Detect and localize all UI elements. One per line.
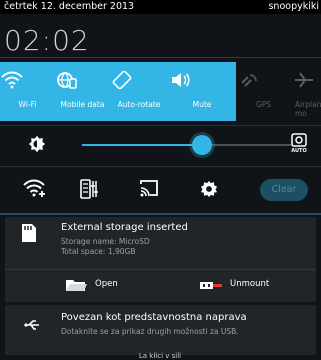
toggle-mobile-data-label: Mobile data <box>60 100 105 109</box>
notification-line: Total space: 1,90GB <box>61 247 136 256</box>
toggle-mobile-data[interactable]: Mobile data <box>55 62 110 121</box>
brightness-row: AUTO <box>0 128 321 162</box>
unmount-icon <box>200 282 222 289</box>
folder-icon <box>66 280 87 291</box>
wifi-settings-button[interactable] <box>22 178 50 202</box>
quick-settings-toggles: Wi-Fi Mobile data Auto-rotate Mute GPS A… <box>0 62 321 121</box>
toggle-mute[interactable]: Mute <box>168 62 236 121</box>
toggle-wifi[interactable]: Wi-Fi <box>0 62 55 121</box>
toggle-gps[interactable]: GPS <box>236 62 291 121</box>
auto-rotate-icon <box>112 71 132 89</box>
settings-button[interactable] <box>200 180 220 200</box>
gps-icon <box>241 74 257 87</box>
toggle-auto-rotate[interactable]: Auto-rotate <box>110 62 168 121</box>
sd-card-icon <box>22 224 36 242</box>
mobile-data-icon <box>57 72 77 89</box>
cast-screen-button[interactable] <box>138 178 162 202</box>
toggle-wifi-label: Wi-Fi <box>18 100 37 109</box>
quick-settings-icon <box>80 179 98 199</box>
open-button[interactable]: Open <box>60 274 150 298</box>
network-name: snoopykiki <box>268 1 319 12</box>
auto-brightness-label: AUTO <box>291 148 307 154</box>
auto-brightness-button[interactable]: AUTO <box>287 133 311 155</box>
toggle-mute-label: Mute <box>192 100 212 109</box>
toggle-auto-rotate-label: Auto-rotate <box>117 100 161 109</box>
unmount-label: Unmount <box>230 279 270 289</box>
divider <box>0 125 321 126</box>
clock: 02:02 <box>4 24 90 57</box>
notification-storage[interactable]: External storage inserted Storage name: … <box>5 217 316 302</box>
divider <box>0 166 321 167</box>
divider <box>0 213 321 215</box>
mute-icon <box>172 73 190 87</box>
gear-icon <box>200 180 218 198</box>
notification-title: Povezan kot predstavnostna naprava <box>61 312 247 323</box>
quick-settings-button[interactable] <box>80 178 100 202</box>
toggle-airplane-label: Airplane mo <box>295 100 321 118</box>
clock-divider <box>0 57 321 58</box>
cast-screen-icon <box>140 180 158 197</box>
unmount-button[interactable]: Unmount <box>195 274 295 298</box>
quick-actions-row: Clear <box>0 170 321 210</box>
brightness-slider-knob[interactable] <box>191 135 212 155</box>
usb-icon <box>24 320 39 330</box>
notification-line: Storage name: MicroSD <box>61 237 150 246</box>
status-date: četrtek 12. december 2013 <box>4 1 135 12</box>
clear-button[interactable]: Clear <box>260 179 308 201</box>
airplane-icon <box>295 72 313 88</box>
brightness-slider-fill <box>82 144 202 146</box>
status-bar: četrtek 12. december 2013 snoopykiki <box>0 0 321 14</box>
notification-separator <box>5 269 316 270</box>
toggle-airplane-mode[interactable]: Airplane mo <box>291 62 321 121</box>
wifi-settings-icon <box>23 179 45 197</box>
auto-brightness-icon <box>291 133 307 147</box>
notification-usb[interactable]: Povezan kot predstavnostna naprava Dotak… <box>5 305 316 355</box>
notification-title: External storage inserted <box>61 222 188 233</box>
brightness-icon <box>28 135 46 153</box>
toggle-gps-label: GPS <box>255 100 272 109</box>
wifi-icon <box>1 71 23 89</box>
open-label: Open <box>95 279 118 289</box>
notification-line: Dotaknite se za prikaz drugih možnosti z… <box>61 327 239 336</box>
